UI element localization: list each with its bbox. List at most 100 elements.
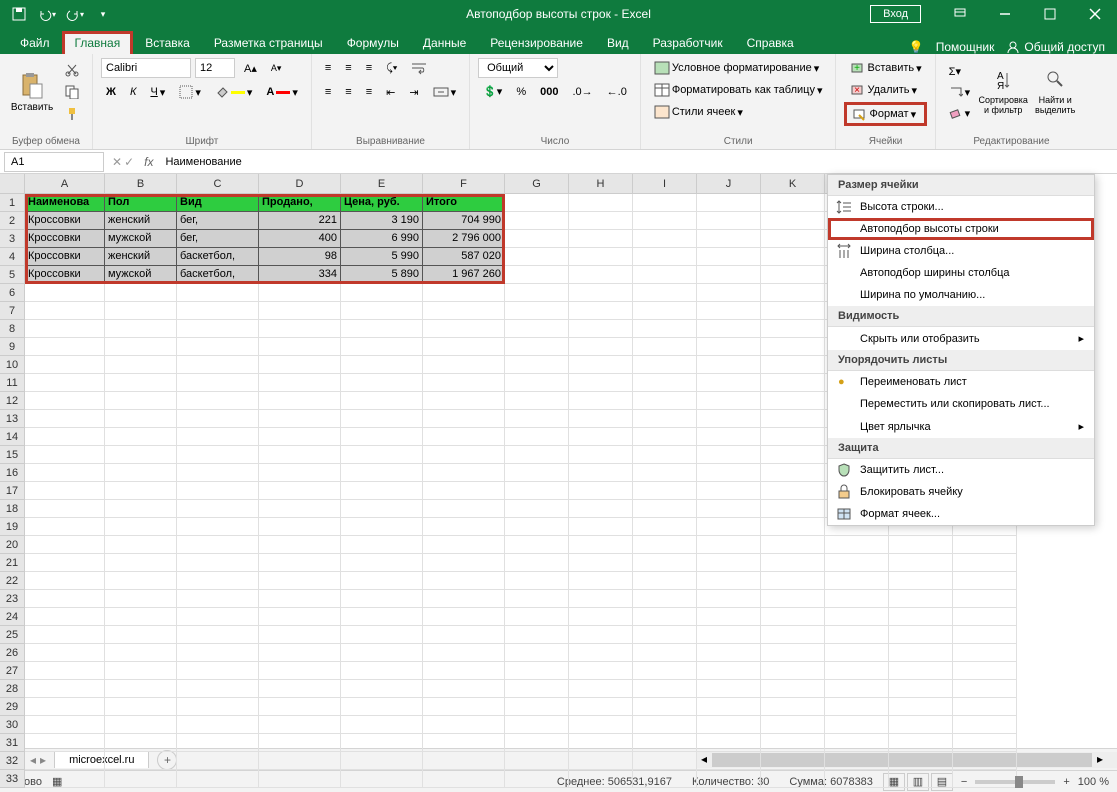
cell[interactable]	[505, 194, 569, 212]
cell[interactable]	[569, 644, 633, 662]
cell[interactable]	[177, 662, 259, 680]
cell[interactable]	[105, 320, 177, 338]
cell[interactable]	[697, 734, 761, 752]
find-select-button[interactable]: Найти и выделить	[1031, 58, 1079, 126]
cell[interactable]	[341, 734, 423, 752]
cell[interactable]	[761, 680, 825, 698]
cell[interactable]	[423, 320, 505, 338]
cell[interactable]	[177, 608, 259, 626]
cell[interactable]	[761, 752, 825, 770]
cell[interactable]: бег,	[177, 230, 259, 248]
cell[interactable]	[25, 680, 105, 698]
cell[interactable]	[761, 284, 825, 302]
cell[interactable]	[105, 428, 177, 446]
cell[interactable]: 221	[259, 212, 341, 230]
assistant-button[interactable]: Помощник	[936, 40, 995, 54]
cell[interactable]	[889, 716, 953, 734]
cell[interactable]	[423, 392, 505, 410]
menu-row-height[interactable]: Высота строки...	[828, 196, 1094, 218]
cell[interactable]	[25, 356, 105, 374]
column-header[interactable]: A	[25, 174, 105, 194]
cell[interactable]	[105, 716, 177, 734]
cell[interactable]	[825, 608, 889, 626]
cell[interactable]	[423, 608, 505, 626]
cancel-formula-icon[interactable]: ✕	[112, 155, 122, 169]
cell[interactable]	[341, 338, 423, 356]
cell[interactable]	[177, 716, 259, 734]
cell[interactable]	[697, 752, 761, 770]
cell[interactable]	[505, 302, 569, 320]
cell[interactable]	[259, 500, 341, 518]
cell[interactable]	[105, 536, 177, 554]
cell[interactable]	[505, 212, 569, 230]
cell[interactable]	[569, 356, 633, 374]
row-header[interactable]: 7	[0, 302, 25, 320]
cell[interactable]	[569, 284, 633, 302]
cell[interactable]	[105, 338, 177, 356]
cell[interactable]	[505, 410, 569, 428]
cell[interactable]	[341, 302, 423, 320]
cell[interactable]	[697, 356, 761, 374]
cell[interactable]	[953, 536, 1017, 554]
cell[interactable]	[259, 320, 341, 338]
cell[interactable]	[177, 464, 259, 482]
cell[interactable]: Вид	[177, 194, 259, 212]
cell[interactable]	[259, 410, 341, 428]
cell[interactable]	[259, 752, 341, 770]
cell[interactable]	[889, 662, 953, 680]
cell[interactable]	[423, 572, 505, 590]
cell[interactable]	[569, 770, 633, 788]
cell[interactable]	[25, 482, 105, 500]
menu-default-width[interactable]: Ширина по умолчанию...	[828, 284, 1094, 306]
cell[interactable]	[423, 626, 505, 644]
cell[interactable]	[259, 482, 341, 500]
font-color-button[interactable]: А▾	[261, 83, 302, 102]
cell[interactable]	[259, 716, 341, 734]
cell[interactable]	[341, 482, 423, 500]
font-size-select[interactable]	[195, 58, 235, 78]
accounting-format-icon[interactable]: 💲▾	[478, 82, 507, 101]
tab-file[interactable]: Файл	[8, 32, 62, 54]
cell[interactable]	[633, 446, 697, 464]
cell[interactable]	[761, 482, 825, 500]
cell[interactable]	[953, 752, 1017, 770]
login-button[interactable]: Вход	[870, 5, 921, 23]
cell[interactable]	[25, 536, 105, 554]
cell[interactable]	[569, 518, 633, 536]
cell[interactable]	[761, 302, 825, 320]
cell[interactable]: 6 990	[341, 230, 423, 248]
cell[interactable]	[825, 698, 889, 716]
cell[interactable]	[177, 392, 259, 410]
cell[interactable]	[697, 266, 761, 284]
cell[interactable]	[505, 230, 569, 248]
cell[interactable]	[825, 572, 889, 590]
cell[interactable]	[341, 356, 423, 374]
cell[interactable]	[569, 212, 633, 230]
cell[interactable]	[423, 482, 505, 500]
cell[interactable]	[25, 518, 105, 536]
cell[interactable]	[761, 392, 825, 410]
cell[interactable]	[889, 608, 953, 626]
cell[interactable]: Кроссовки	[25, 212, 105, 230]
comma-format-icon[interactable]: 000	[535, 83, 563, 101]
cell[interactable]	[105, 392, 177, 410]
cell[interactable]	[697, 608, 761, 626]
cell[interactable]	[761, 194, 825, 212]
align-middle-icon[interactable]: ≡	[340, 59, 356, 77]
cell[interactable]	[25, 644, 105, 662]
cell[interactable]	[423, 590, 505, 608]
row-header[interactable]: 2	[0, 212, 25, 230]
menu-hide-unhide[interactable]: Скрыть или отобразить▸	[828, 327, 1094, 350]
cell[interactable]	[105, 734, 177, 752]
cell[interactable]	[259, 536, 341, 554]
tab-home[interactable]: Главная	[62, 31, 134, 54]
cell[interactable]	[423, 284, 505, 302]
increase-font-icon[interactable]: A▴	[239, 59, 262, 78]
cell[interactable]	[505, 698, 569, 716]
cell[interactable]	[761, 428, 825, 446]
cell[interactable]	[889, 680, 953, 698]
cell[interactable]	[569, 482, 633, 500]
cell[interactable]	[505, 284, 569, 302]
cell[interactable]	[25, 626, 105, 644]
cell[interactable]	[825, 770, 889, 788]
